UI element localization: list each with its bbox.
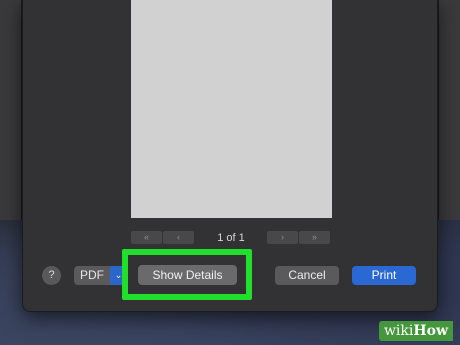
print-preview-page bbox=[131, 0, 332, 218]
print-button[interactable]: Print bbox=[352, 266, 416, 285]
background-window-left bbox=[0, 0, 22, 220]
wikihow-watermark: wikiHow bbox=[378, 321, 453, 341]
previous-page-button[interactable]: ‹ bbox=[163, 231, 194, 244]
page-indicator: 1 of 1 bbox=[217, 232, 245, 244]
first-page-button[interactable]: « bbox=[131, 231, 162, 244]
page-nav-forward-group: › » bbox=[267, 231, 330, 244]
show-details-button[interactable]: Show Details bbox=[138, 265, 237, 285]
last-page-button[interactable]: » bbox=[299, 231, 330, 244]
cancel-button[interactable]: Cancel bbox=[275, 266, 339, 285]
watermark-prefix: wiki bbox=[383, 323, 414, 339]
next-page-button[interactable]: › bbox=[267, 231, 298, 244]
pdf-menu-button[interactable]: PDF ⌄ bbox=[74, 266, 127, 285]
background-window-right bbox=[438, 0, 460, 220]
help-button[interactable]: ? bbox=[42, 266, 61, 285]
page-nav-back-group: « ‹ bbox=[131, 231, 194, 244]
pdf-label: PDF bbox=[80, 268, 104, 282]
print-dialog: « ‹ 1 of 1 › » ? PDF ⌄ Show Details Canc… bbox=[22, 0, 438, 312]
watermark-suffix: How bbox=[413, 323, 448, 339]
